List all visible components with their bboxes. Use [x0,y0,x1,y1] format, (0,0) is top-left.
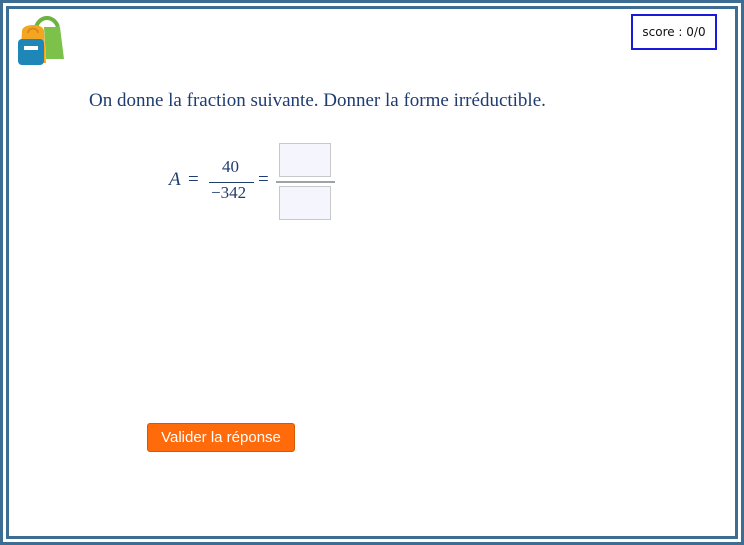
question-text: On donne la fraction suivante. Donner la… [89,90,546,111]
validate-button[interactable]: Valider la réponse [147,423,295,452]
inner-frame [6,6,738,539]
equals-sign-2: = [258,169,269,190]
answer-denominator-input[interactable] [279,186,331,220]
backpack-icon [18,16,64,65]
score-display: score : 0/0 [631,14,717,50]
fraction-denominator: −342 [211,183,247,202]
equals-sign: = [188,169,199,190]
fraction-numerator: 40 [222,157,239,176]
fraction-variable: A [169,169,181,190]
answer-numerator-input[interactable] [279,143,331,177]
answer-fraction-bar [276,181,335,183]
